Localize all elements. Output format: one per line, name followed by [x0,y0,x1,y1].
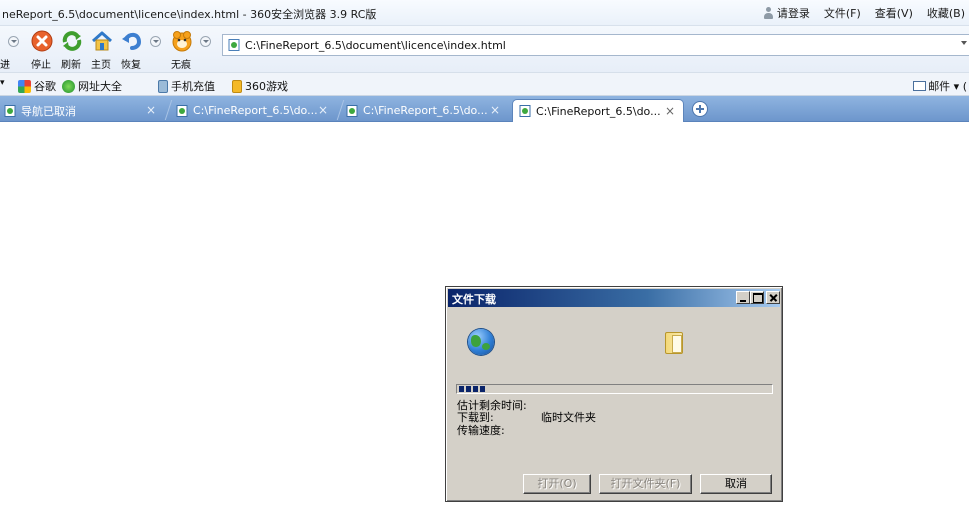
transfer-speed-row: 传输速度: [457,422,505,438]
directory-icon [62,79,75,93]
mail-button[interactable]: 邮件 ▾ ( [913,78,967,94]
window-title: neReport_6.5\document\licence\index.html… [2,8,377,21]
tab-4-active[interactable]: C:\FineReport_6.5\do... × [512,99,684,122]
address-bar[interactable]: C:\FineReport_6.5\document\licence\index… [222,34,969,56]
user-icon [763,7,774,19]
new-tab-icon[interactable] [692,101,708,117]
tab-page-icon [4,104,16,117]
tab-2-label: C:\FineReport_6.5\do... [193,104,318,117]
fav-360-games[interactable]: 360游戏 [232,78,288,94]
maximize-icon[interactable] [750,291,764,304]
address-url: C:\FineReport_6.5\document\licence\index… [245,39,506,52]
stop-label: 停止 [31,60,51,71]
close-icon[interactable] [766,291,780,304]
restore-icon [122,32,142,50]
tab-3-close-icon[interactable]: × [490,103,500,117]
tab-divider [336,100,345,120]
fav-games-label: 360游戏 [245,80,288,93]
favorites-dropdown-icon: ▾ [0,78,5,88]
google-icon [18,79,31,93]
dialog-title-bar: 文件下载 [448,289,780,307]
tab-page-icon [176,104,188,117]
games-icon [232,79,242,93]
incognito-icon [172,31,192,52]
login-label: 请登录 [776,7,810,20]
forward-label: 进 [0,60,10,71]
title-bar-menus: 请登录 文件(F) 查看(V) 收藏(B) [763,5,965,21]
minimize-icon[interactable] [736,291,750,304]
fav-mobile-label: 手机充值 [171,80,215,93]
home-button[interactable]: 主页 [86,28,116,71]
home-label: 主页 [91,60,111,71]
menu-file[interactable]: 文件(F) [824,5,861,21]
tab-2[interactable]: C:\FineReport_6.5\do... × [176,99,336,122]
login-link[interactable]: 请登录 [763,5,810,21]
favorites-menu[interactable]: ▾ [0,78,5,88]
stop-button[interactable]: 停止 [26,28,56,71]
home-icon [92,31,112,51]
menu-view[interactable]: 查看(V) [875,5,913,21]
refresh-icon [62,31,82,51]
folder-icon [665,332,683,354]
tab-3-label: C:\FineReport_6.5\do... [363,104,488,117]
tab-4-close-icon[interactable]: × [665,104,675,118]
globe-icon [468,329,494,355]
transfer-speed-label: 传输速度: [457,424,505,437]
restore-dropdown[interactable] [150,36,161,47]
tab-1-label: 导航已取消 [21,104,76,118]
tab-3[interactable]: C:\FineReport_6.5\do... × [346,99,508,122]
fav-google[interactable]: 谷歌 [18,78,56,94]
browser-toolbar: 进 停止 刷新 主页 恢复 无痕 C:\FineReport_6.5\docum… [0,26,969,72]
menu-favorites[interactable]: 收藏(B) [927,5,965,21]
tab-1-close-icon[interactable]: × [146,103,156,117]
fav-directory[interactable]: 网址大全 [62,78,122,94]
window-title-bar: neReport_6.5\document\licence\index.html… [0,0,969,26]
refresh-button[interactable]: 刷新 [56,28,86,71]
favorites-bar: ▾ 谷歌 网址大全 手机充值 360游戏 邮件 ▾ ( [0,72,969,96]
stop-icon [31,30,53,52]
address-dropdown-icon[interactable] [961,41,967,45]
tab-page-icon [346,104,358,117]
download-progress-bar [456,384,773,394]
open-button[interactable]: 打开(O) [523,474,591,494]
download-to-value: 临时文件夹 [541,411,596,424]
tab-4-label: C:\FineReport_6.5\do... [536,104,661,118]
fav-google-label: 谷歌 [34,80,56,93]
incognito-dropdown[interactable] [200,36,211,47]
mail-label: 邮件 [928,80,951,93]
mail-icon [913,81,927,91]
file-download-dialog: 文件下载 估计剩余时间: 下载到: 临时文件夹 传输速度: 打开(O) 打开文件… [445,286,783,502]
forward-dropdown[interactable] [8,36,19,47]
tab-1[interactable]: 导航已取消 × [4,99,164,122]
incognito-button[interactable]: 无痕 [166,28,196,71]
phone-icon [158,79,168,93]
tab-divider [164,100,173,120]
tab-page-icon [519,105,531,117]
page-icon [228,39,240,51]
fav-mobile-recharge[interactable]: 手机充值 [158,78,215,94]
open-folder-button[interactable]: 打开文件夹(F) [599,474,692,494]
fav-directory-label: 网址大全 [78,80,122,93]
restore-label: 恢复 [121,60,141,71]
download-progress-fill [459,386,487,392]
dialog-title: 文件下载 [452,293,496,306]
cancel-button[interactable]: 取消 [700,474,772,494]
tab-strip: 导航已取消 × C:\FineReport_6.5\do... × C:\Fin… [0,96,969,122]
restore-button[interactable]: 恢复 [116,28,146,71]
refresh-label: 刷新 [61,60,81,71]
tab-2-close-icon[interactable]: × [318,103,328,117]
incognito-label: 无痕 [171,60,191,71]
